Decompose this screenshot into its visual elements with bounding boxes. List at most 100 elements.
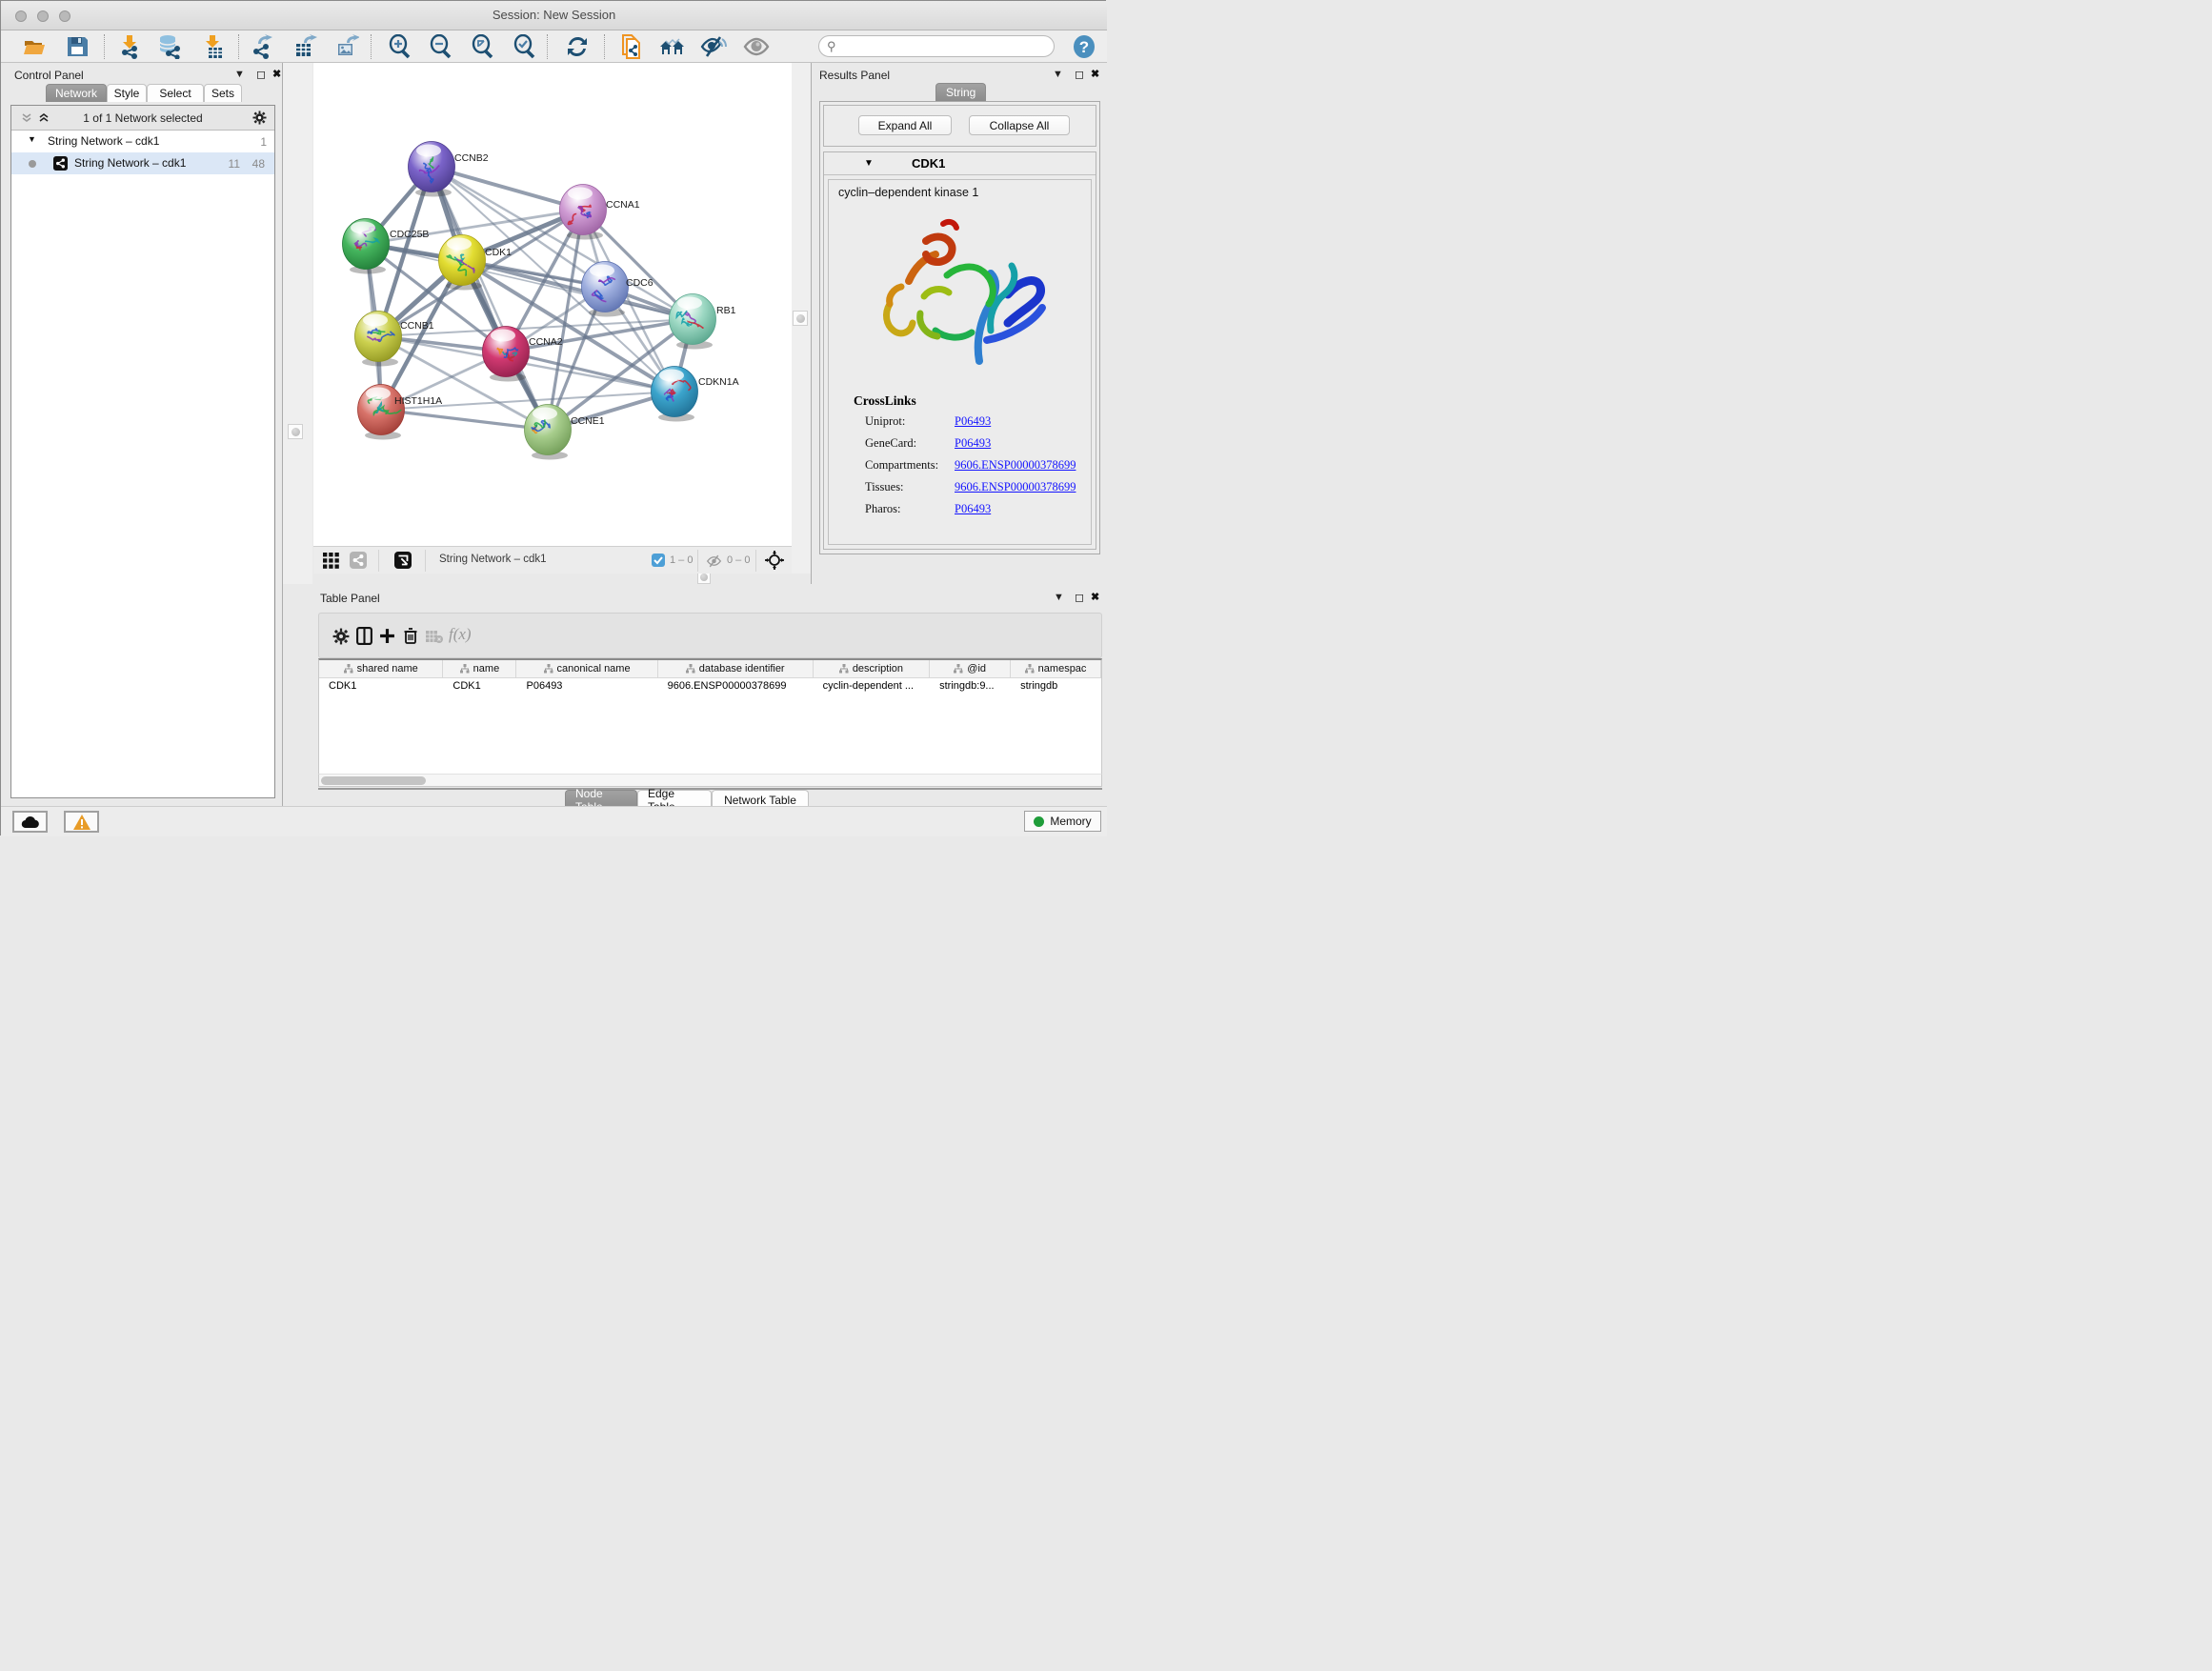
birdseye-view-icon[interactable] bbox=[394, 552, 412, 569]
network-list-box: 1 of 1 Network selected ▼ String Network… bbox=[10, 105, 275, 798]
network-node-cdc25b[interactable] bbox=[343, 219, 390, 274]
refresh-icon[interactable] bbox=[564, 33, 591, 60]
memory-button[interactable]: Memory bbox=[1024, 811, 1101, 832]
table-cell[interactable]: stringdb:9... bbox=[930, 678, 1011, 695]
export-table-icon[interactable] bbox=[292, 33, 318, 60]
table-cell[interactable]: CDK1 bbox=[443, 678, 516, 695]
network-view-toolbar: String Network – cdk1 1 – 0 0 – 0 bbox=[313, 546, 792, 574]
network-node-ccna1[interactable] bbox=[560, 185, 607, 240]
table-options-gear-icon[interactable] bbox=[332, 628, 350, 645]
export-image-icon[interactable] bbox=[333, 33, 360, 60]
gene-collapse-icon[interactable]: ▼ bbox=[864, 158, 874, 169]
expand-all-button[interactable]: Expand All bbox=[858, 115, 952, 135]
network-node-ccne1[interactable] bbox=[525, 405, 572, 460]
import-network-icon[interactable] bbox=[116, 33, 143, 60]
column-header--id[interactable]: @id bbox=[930, 660, 1011, 677]
table-hscrollbar[interactable] bbox=[318, 774, 1102, 787]
table-cell[interactable]: CDK1 bbox=[319, 678, 443, 695]
column-header-description[interactable]: description bbox=[814, 660, 931, 677]
share-mode-icon[interactable] bbox=[350, 552, 367, 569]
import-network-from-database-icon[interactable] bbox=[156, 33, 183, 60]
duplicate-network-icon[interactable] bbox=[617, 33, 644, 60]
warnings-button[interactable] bbox=[64, 811, 99, 833]
export-network-icon[interactable] bbox=[250, 33, 276, 60]
help-icon[interactable]: ? bbox=[1071, 33, 1097, 60]
crosslink-link[interactable]: 9606.ENSP00000378699 bbox=[955, 458, 1076, 472]
hide-selected-eye-slash-icon[interactable] bbox=[700, 33, 727, 60]
delete-column-icon[interactable] bbox=[403, 627, 418, 644]
table-panel-float-icon[interactable]: ◻ bbox=[1075, 591, 1084, 604]
save-session-icon[interactable] bbox=[64, 33, 90, 60]
results-panel-menu-icon[interactable]: ▼ bbox=[1053, 69, 1063, 80]
column-header-name[interactable]: name bbox=[443, 660, 516, 677]
right-splitter-knob[interactable] bbox=[793, 311, 808, 326]
pan-crosshair-icon[interactable] bbox=[765, 551, 784, 570]
main-toolbar: ⚲ ? bbox=[1, 30, 1107, 63]
zoom-out-icon[interactable] bbox=[428, 33, 454, 60]
table-panel-close-icon[interactable]: ✖ bbox=[1091, 591, 1099, 603]
network-options-gear-icon[interactable] bbox=[252, 111, 267, 125]
table-cell[interactable]: 9606.ENSP00000378699 bbox=[658, 678, 814, 695]
crosslink-link[interactable]: P06493 bbox=[955, 414, 991, 428]
add-column-icon[interactable] bbox=[379, 628, 395, 644]
open-file-icon[interactable] bbox=[21, 33, 48, 60]
tab-style[interactable]: Style bbox=[107, 84, 147, 102]
network-collection-row[interactable]: ▼ String Network – cdk1 1 bbox=[11, 131, 274, 152]
table-hscrollbar-thumb[interactable] bbox=[321, 776, 426, 785]
table-cell[interactable]: cyclin-dependent ... bbox=[814, 678, 931, 695]
column-header-database-identifier[interactable]: database identifier bbox=[658, 660, 814, 677]
selected-checkbox-icon[interactable] bbox=[652, 554, 665, 567]
cloud-status-button[interactable] bbox=[12, 811, 48, 833]
zoom-fit-content-icon[interactable] bbox=[470, 33, 496, 60]
control-panel-menu-icon[interactable]: ▼ bbox=[234, 69, 245, 80]
crosslink-link[interactable]: P06493 bbox=[955, 502, 991, 515]
search-input[interactable] bbox=[840, 40, 1031, 53]
node-table[interactable]: shared namenamecanonical namedatabase id… bbox=[318, 658, 1102, 774]
results-panel-float-icon[interactable]: ◻ bbox=[1075, 68, 1084, 81]
results-panel-title: Results Panel bbox=[819, 69, 890, 82]
table-cell[interactable]: P06493 bbox=[517, 678, 658, 695]
search-field[interactable]: ⚲ bbox=[818, 35, 1055, 57]
table-panel-menu-icon[interactable]: ▼ bbox=[1054, 592, 1064, 603]
network-node-rb1[interactable] bbox=[670, 294, 716, 350]
collection-expand-icon[interactable]: ▼ bbox=[28, 134, 36, 144]
network-node-ccnb1[interactable] bbox=[355, 312, 402, 367]
import-table-icon[interactable] bbox=[200, 33, 227, 60]
results-panel-close-icon[interactable]: ✖ bbox=[1091, 68, 1099, 80]
show-columns-icon[interactable] bbox=[356, 627, 372, 645]
table-row[interactable]: CDK1CDK1P064939606.ENSP00000378699cyclin… bbox=[319, 678, 1101, 695]
status-bar: Memory bbox=[1, 806, 1107, 836]
column-header-shared-name[interactable]: shared name bbox=[319, 660, 443, 677]
network-node-cdkn1a[interactable] bbox=[652, 367, 698, 422]
first-neighbors-icon[interactable] bbox=[659, 33, 686, 60]
column-header-canonical-name[interactable]: canonical name bbox=[516, 660, 657, 677]
collapse-all-button[interactable]: Collapse All bbox=[969, 115, 1070, 135]
left-splitter-knob[interactable] bbox=[288, 424, 303, 439]
show-all-eye-icon[interactable] bbox=[743, 33, 770, 60]
network-edge[interactable] bbox=[381, 410, 548, 430]
control-panel-close-icon[interactable]: ✖ bbox=[272, 68, 281, 80]
zoom-in-icon[interactable] bbox=[387, 33, 413, 60]
hidden-eye-icon bbox=[706, 554, 722, 568]
right-splitter[interactable] bbox=[792, 63, 811, 584]
left-splitter[interactable] bbox=[283, 63, 312, 584]
node-label-rb1: RB1 bbox=[716, 305, 736, 316]
network-row[interactable]: String Network – cdk1 11 48 bbox=[11, 152, 274, 174]
tab-network[interactable]: Network bbox=[46, 84, 107, 102]
tab-sets[interactable]: Sets bbox=[204, 84, 242, 102]
tab-select[interactable]: Select bbox=[147, 84, 204, 102]
results-panel: Results Panel ▼ ◻ ✖ String Expand All Co… bbox=[811, 63, 1107, 584]
control-panel-float-icon[interactable]: ◻ bbox=[256, 68, 266, 81]
network-edge[interactable] bbox=[506, 352, 674, 392]
tab-string[interactable]: String bbox=[935, 83, 986, 101]
network-node-hist1h1a[interactable] bbox=[358, 385, 405, 440]
zoom-selected-icon[interactable] bbox=[512, 33, 538, 60]
network-canvas[interactable]: CCNB2CCNA1CDC25BCDK1CDC6RB1CCNB1CCNA2CDK… bbox=[313, 63, 792, 546]
network-node-cdc6[interactable] bbox=[582, 262, 629, 317]
crosslink-link[interactable]: 9606.ENSP00000378699 bbox=[955, 480, 1076, 493]
gene-entry-header[interactable]: ▼ CDK1 bbox=[824, 152, 1096, 175]
column-header-namespac[interactable]: namespac bbox=[1011, 660, 1101, 677]
table-cell[interactable]: stringdb bbox=[1011, 678, 1101, 695]
crosslink-link[interactable]: P06493 bbox=[955, 436, 991, 450]
grid-mode-icon[interactable] bbox=[323, 553, 339, 569]
